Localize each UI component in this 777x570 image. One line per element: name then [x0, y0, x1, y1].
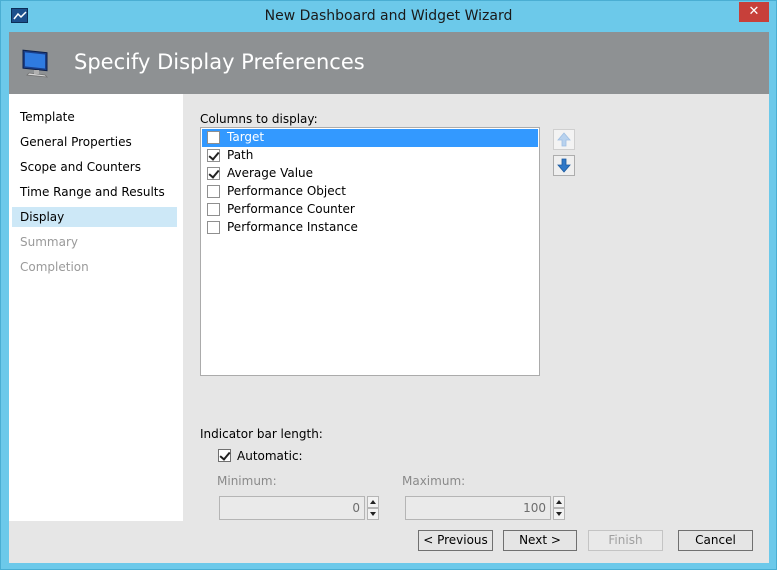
columns-label: Columns to display: — [200, 112, 318, 126]
column-label: Performance Object — [227, 184, 346, 198]
minimum-label: Minimum: — [217, 474, 277, 488]
column-item-path[interactable]: Path — [202, 147, 538, 165]
column-label: Path — [227, 148, 254, 162]
column-label: Target — [227, 130, 265, 144]
maximum-decrement-icon[interactable] — [553, 508, 565, 520]
nav-item-completion: Completion — [20, 260, 89, 274]
column-checkbox[interactable] — [207, 131, 220, 144]
minimum-input[interactable]: 0 — [219, 496, 365, 520]
nav-item-display[interactable]: Display — [12, 207, 177, 227]
display-preferences-panel: Columns to display: Target Path Average … — [183, 94, 769, 563]
previous-button[interactable]: < Previous — [418, 530, 493, 551]
close-icon: ✕ — [748, 4, 760, 19]
wizard-client: Specify Display Preferences Template Gen… — [9, 32, 769, 563]
arrow-down-icon — [557, 158, 571, 173]
column-checkbox[interactable] — [207, 221, 220, 234]
move-down-button[interactable] — [553, 155, 575, 176]
column-label: Performance Instance — [227, 220, 358, 234]
column-item-average-value[interactable]: Average Value — [202, 165, 538, 183]
close-button[interactable]: ✕ — [739, 2, 769, 22]
move-up-button[interactable] — [553, 129, 575, 150]
column-label: Performance Counter — [227, 202, 355, 216]
page-header: Specify Display Preferences — [9, 32, 769, 94]
wizard-window: New Dashboard and Widget Wizard ✕ Specif… — [0, 0, 777, 570]
column-item-performance-counter[interactable]: Performance Counter — [202, 201, 538, 219]
column-checkbox[interactable] — [207, 203, 220, 216]
indicator-bar-label: Indicator bar length: — [200, 427, 323, 441]
automatic-checkbox[interactable] — [218, 449, 231, 462]
wizard-step-list: Template General Properties Scope and Co… — [9, 94, 183, 521]
column-item-performance-instance[interactable]: Performance Instance — [202, 219, 538, 237]
nav-item-scope-and-counters[interactable]: Scope and Counters — [12, 157, 177, 177]
title-bar[interactable]: New Dashboard and Widget Wizard ✕ — [1, 1, 776, 32]
nav-item-time-range-and-results[interactable]: Time Range and Results — [12, 182, 177, 202]
next-button[interactable]: Next > — [503, 530, 577, 551]
maximum-spin-buttons — [553, 496, 565, 520]
cancel-button[interactable]: Cancel — [678, 530, 753, 551]
maximum-increment-icon[interactable] — [553, 496, 565, 508]
minimum-increment-icon[interactable] — [367, 496, 379, 508]
column-checkbox[interactable] — [207, 167, 220, 180]
window-title: New Dashboard and Widget Wizard — [264, 8, 513, 24]
column-item-target[interactable]: Target — [202, 129, 538, 147]
columns-list[interactable]: Target Path Average Value Performance Ob… — [200, 127, 540, 376]
nav-item-general-properties[interactable]: General Properties — [12, 132, 177, 152]
page-title: Specify Display Preferences — [74, 50, 365, 74]
monitor-icon — [21, 47, 53, 82]
arrow-up-icon — [557, 132, 571, 147]
maximum-label: Maximum: — [402, 474, 466, 488]
column-label: Average Value — [227, 166, 314, 180]
finish-button: Finish — [588, 530, 663, 551]
nav-item-summary: Summary — [20, 235, 78, 249]
column-checkbox[interactable] — [207, 185, 220, 198]
minimum-spin-buttons — [367, 496, 379, 520]
maximum-input[interactable]: 100 — [405, 496, 551, 520]
column-checkbox[interactable] — [207, 149, 220, 162]
column-item-performance-object[interactable]: Performance Object — [202, 183, 538, 201]
automatic-label: Automatic: — [237, 449, 303, 463]
nav-item-template[interactable]: Template — [12, 107, 177, 127]
minimum-decrement-icon[interactable] — [367, 508, 379, 520]
